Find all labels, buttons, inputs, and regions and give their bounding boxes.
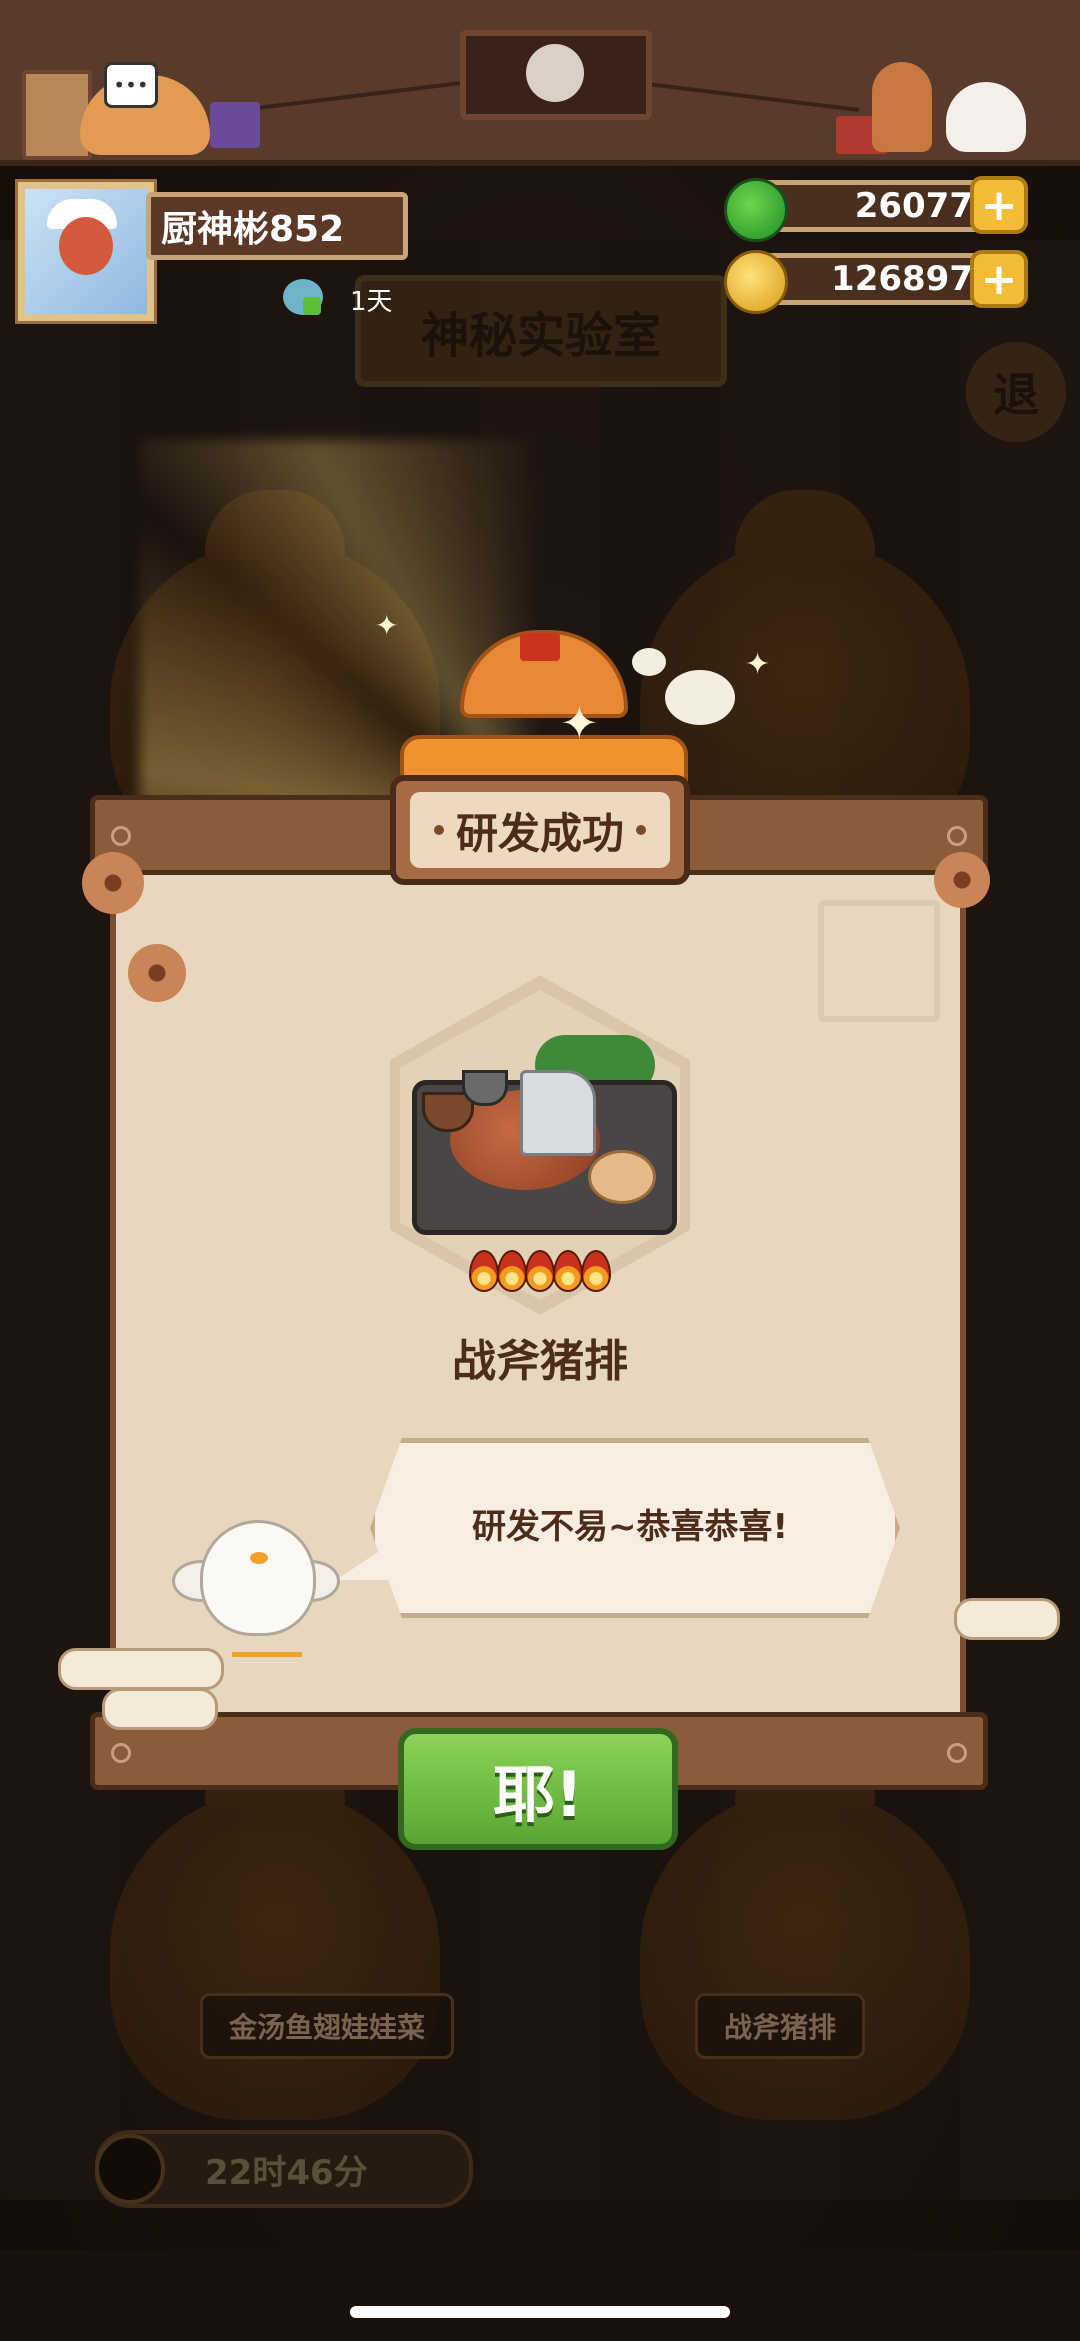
bottom-bar [0, 2250, 1080, 2341]
sparkle-icon: ✦ [560, 696, 599, 750]
flame-icon [497, 1250, 527, 1292]
jade-icon [724, 178, 788, 242]
flame-icon [581, 1250, 611, 1292]
home-indicator[interactable] [350, 2306, 730, 2318]
steam-puff-icon [632, 648, 666, 676]
chat-bubble-icon[interactable]: ••• [104, 62, 158, 108]
sushi-day-icon [283, 279, 323, 315]
paw-sign-icon [22, 70, 92, 160]
white-cat-icon [946, 82, 1026, 152]
pot-knob [520, 633, 560, 661]
player-name: 厨神彬852 [146, 192, 408, 260]
sparkle-icon: ✦ [745, 647, 771, 682]
popup-title: 研发成功 [455, 808, 624, 858]
flower-ornament-icon [128, 944, 186, 1002]
chef-boy-icon [872, 62, 932, 152]
axe-icon [520, 1070, 596, 1156]
add-gold-button[interactable]: + [970, 250, 1028, 308]
login-days: 1天 [350, 287, 393, 317]
gold-coin-icon [724, 250, 788, 314]
popup-title-banner: 研发成功 [390, 775, 690, 885]
speech-text: 研发不易~恭喜恭喜! [472, 1506, 788, 1547]
steam-puff-icon [665, 670, 735, 725]
flame-icon [469, 1250, 499, 1292]
cloud-ornament-icon [954, 1598, 1060, 1640]
dish-name: 战斧猪排 [452, 1336, 628, 1387]
bun-icon [588, 1150, 656, 1204]
flower-ornament-icon [82, 852, 144, 914]
sauce-cup-icon [462, 1070, 508, 1106]
flame-icon [525, 1250, 555, 1292]
cloud-ornament-icon [102, 1688, 218, 1730]
flame-icon [553, 1250, 583, 1292]
chick-mascot-icon [200, 1520, 316, 1636]
sparkle-icon: ✦ [375, 609, 399, 642]
cloud-ornament-icon [58, 1648, 224, 1690]
hanging-portrait [460, 30, 652, 120]
flower-ornament-icon [934, 852, 990, 908]
chick-feet [232, 1628, 302, 1657]
confirm-yay-button[interactable]: 耶! [398, 1728, 678, 1850]
add-jade-button[interactable]: + [970, 176, 1028, 234]
dish-rating [469, 1250, 611, 1294]
book-icon [210, 102, 260, 148]
player-avatar[interactable] [18, 182, 154, 321]
chick-beak [250, 1552, 268, 1564]
